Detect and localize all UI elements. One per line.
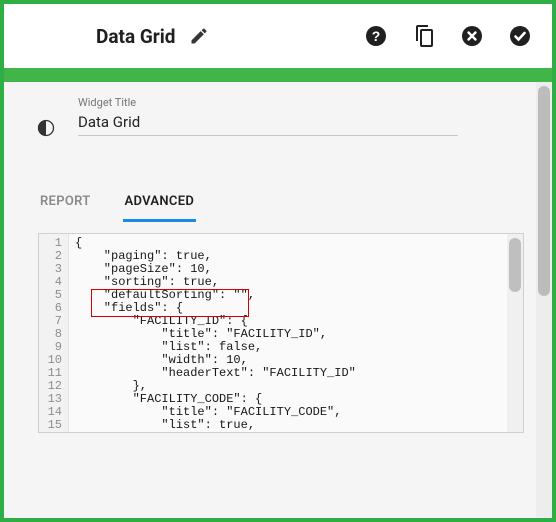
- widget-title-input[interactable]: [78, 109, 458, 133]
- editor-code[interactable]: { "paging": true, "pageSize": 10, "sorti…: [69, 234, 507, 432]
- svg-text:?: ?: [372, 28, 381, 44]
- accent-bar: [4, 68, 552, 82]
- panel-scrollbar-thumb[interactable]: [538, 86, 550, 296]
- tab-report[interactable]: REPORT: [38, 184, 93, 222]
- editor-scrollbar-thumb[interactable]: [509, 238, 521, 292]
- theme-icon[interactable]: [36, 118, 56, 138]
- edit-icon[interactable]: [189, 26, 209, 46]
- widget-title-label: Widget Title: [78, 96, 458, 109]
- header-actions: ?: [364, 24, 532, 48]
- panel-scrollbar[interactable]: [536, 82, 552, 518]
- widget-title-heading: Data Grid: [96, 25, 175, 48]
- header: Data Grid ?: [4, 4, 552, 68]
- content-area: Widget Title REPORT ADVANCED 1 2 3 4 5 6…: [4, 82, 552, 518]
- editor-gutter: 1 2 3 4 5 6 7 8 9 10 11 12 13 14 15: [39, 234, 69, 432]
- confirm-icon[interactable]: [508, 24, 532, 48]
- tabs: REPORT ADVANCED: [38, 184, 518, 223]
- help-icon[interactable]: ?: [364, 24, 388, 48]
- cancel-icon[interactable]: [460, 24, 484, 48]
- copy-icon[interactable]: [412, 24, 436, 48]
- editor-scrollbar[interactable]: [507, 234, 523, 432]
- json-editor[interactable]: 1 2 3 4 5 6 7 8 9 10 11 12 13 14 15 { "p…: [38, 233, 524, 433]
- editor-line-numbers: 1 2 3 4 5 6 7 8 9 10 11 12 13 14 15: [39, 237, 62, 432]
- tab-advanced[interactable]: ADVANCED: [123, 184, 197, 222]
- widget-title-field: Widget Title: [78, 96, 458, 136]
